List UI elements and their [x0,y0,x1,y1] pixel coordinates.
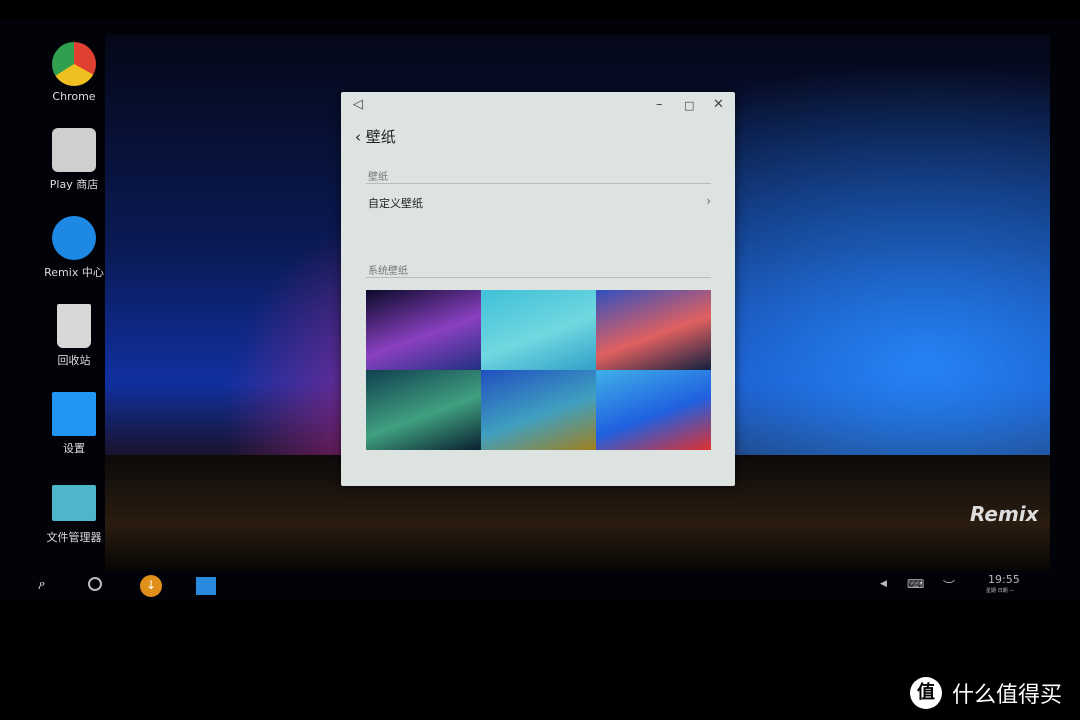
close-button[interactable]: ✕ [713,97,724,112]
divider [366,183,711,184]
desktop-icon-file-manager[interactable]: 文件管理器 [30,485,118,545]
desktop-icon-settings[interactable]: 设置 [30,392,118,456]
wallpaper-thumb-material[interactable] [596,370,711,450]
wallpaper-window: ◁ – □ ✕ ‹ 壁纸 壁纸 自定义壁纸 › 系统壁纸 [341,92,735,486]
section-header-system-wallpaper: 系统壁纸 [368,266,408,277]
maximize-button[interactable]: □ [684,99,694,112]
search-icon[interactable]: ዖ [38,578,45,593]
wallpaper-thumb-aurora[interactable] [366,290,481,370]
home-circle-icon[interactable] [88,577,102,591]
taskbar: ዖ ↓ ◀ ⌨ ︶ 19:55 星期 日期 — [0,573,1080,599]
divider [366,277,711,278]
folder-icon [52,485,96,521]
title-bar[interactable]: ◁ – □ ✕ [341,92,735,118]
page-title[interactable]: ‹ 壁纸 [355,126,396,147]
desktop-icon-recycle-bin[interactable]: 回收站 [30,304,118,368]
back-icon[interactable]: ◁ [353,97,363,112]
date: 星期 日期 — [986,588,1015,594]
watermark-logo: 值 [910,677,942,709]
chevron-left-icon: ‹ [355,128,361,146]
trash-icon [57,304,91,348]
minimize-button[interactable]: – [656,97,663,112]
wifi-icon[interactable]: ︶ [943,577,955,594]
keyboard-icon[interactable]: ⌨ [907,577,924,591]
wallpaper-thumb-green-wave[interactable] [366,370,481,450]
clock[interactable]: 19:55 [988,573,1020,586]
desktop-icon-chrome[interactable]: Chrome [30,42,118,103]
watermark: 值什么值得买 [910,677,1062,709]
settings-icon [52,392,96,436]
section-header-wallpaper: 壁纸 [368,172,388,183]
remix-logo: Remix [970,502,1039,526]
chrome-icon [52,42,96,86]
desktop-icon-remix-center[interactable]: Remix 中心 [30,216,118,280]
play-store-icon [52,128,96,172]
tray-arrow-icon[interactable]: ◀ [880,579,887,589]
camera-app-icon[interactable] [196,577,216,595]
remix-icon [52,216,96,260]
wallpaper-thumb-cyan-water[interactable] [481,290,596,370]
custom-wallpaper-item[interactable]: 自定义壁纸 [368,195,423,211]
wallpaper-grid [366,290,711,450]
desktop-icon-play-store[interactable]: Play 商店 [30,128,118,192]
wallpaper-thumb-blue-aerial[interactable] [481,370,596,450]
chevron-right-icon: › [706,194,711,208]
wallpaper-thumb-mountain-sunset[interactable] [596,290,711,370]
download-icon[interactable]: ↓ [140,575,162,597]
